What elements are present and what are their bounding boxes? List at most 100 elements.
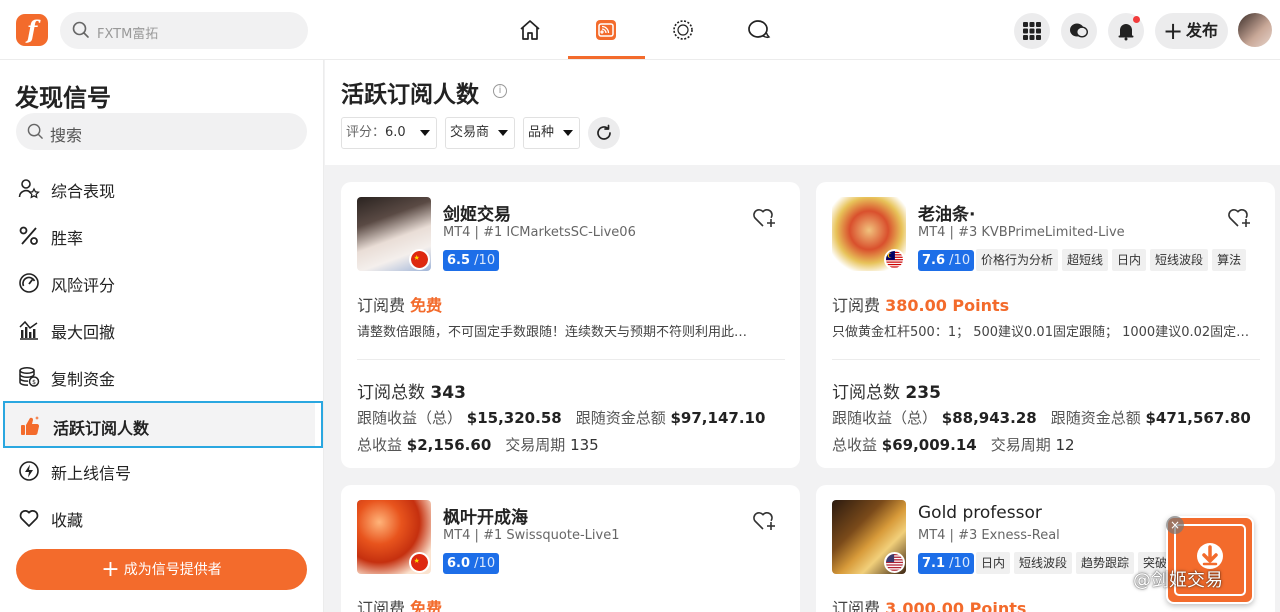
fee-value: 免费 <box>410 296 443 315</box>
strategy-tag: 日内 <box>976 552 1011 574</box>
sidebar-item-max-drawdown[interactable]: 最大回撤 <box>3 307 323 354</box>
strategy-tag: 趋势跟踪 <box>1076 552 1135 574</box>
favorite-add-icon[interactable] <box>752 206 778 230</box>
page-title: 活跃订阅人数 <box>341 82 479 108</box>
publish-button[interactable]: + 发布 <box>1155 13 1228 49</box>
user-avatar[interactable] <box>1238 13 1272 47</box>
symbol-filter-label: 品种 <box>528 125 555 140</box>
app-logo[interactable]: f <box>16 14 48 46</box>
symbol-filter-dropdown[interactable]: 品种 <box>523 117 580 149</box>
drawdown-chart-icon <box>19 320 38 340</box>
signal-name[interactable]: 枫叶开成海 <box>443 503 528 528</box>
explore-circle-icon[interactable] <box>671 18 695 42</box>
chevron-down-icon <box>420 130 430 136</box>
period-value: 135 <box>570 436 599 454</box>
sidebar-item-label: 综合表现 <box>51 182 116 201</box>
subscription-fee: 订阅费 免费 <box>357 292 442 316</box>
total-profit-label: 总收益 <box>832 436 878 454</box>
chevron-down-icon <box>498 130 508 136</box>
broker-filter-label: 交易商 <box>450 125 490 140</box>
become-provider-label: 成为信号提供者 <box>123 562 222 578</box>
sidebar-item-label: 风险评分 <box>51 276 116 295</box>
top-header: f FXTM富拓 + 发布 <box>0 0 1280 60</box>
chat-bubble-icon[interactable] <box>747 18 771 42</box>
signal-card[interactable]: 枫叶开成海 MT4 | #1 Swissquote-Live1 6.0 /10 … <box>341 485 800 612</box>
signal-feed-icon[interactable] <box>594 18 618 42</box>
chevron-down-icon <box>563 130 573 136</box>
refresh-icon <box>597 124 611 140</box>
subscriber-count: 订阅总数 343 <box>357 378 466 403</box>
sidebar-item-risk-score[interactable]: 风险评分 <box>3 260 323 307</box>
signal-card[interactable]: 老油条· MT4 | #3 KVBPrimeLimited-Live 7.6 /… <box>816 182 1275 468</box>
follow-funds-label: 跟随资金总额 <box>575 409 666 427</box>
signal-description: 请整数倍跟随，不可固定手数跟随！连续数天与预期不符则利用此… <box>357 325 748 340</box>
fee-value: 3,000.00 Points <box>885 599 1027 612</box>
score-max: /10 <box>474 253 496 268</box>
close-icon[interactable]: × <box>1166 516 1184 534</box>
strategy-tag: 短线波段 <box>1014 552 1073 574</box>
signal-description: 只做黄金杠杆500：1； 500建议0.01固定跟随； 1000建议0.02固定… <box>832 325 1250 340</box>
sidebar-search-placeholder: 搜索 <box>50 126 83 145</box>
signal-name[interactable]: 老油条· <box>918 200 975 225</box>
period-label: 交易周期 <box>990 436 1051 454</box>
user-star-icon <box>18 179 40 199</box>
sidebar-item-copy-funds[interactable]: $ 复制资金 <box>3 354 323 401</box>
score-value: 6.0 <box>447 556 471 571</box>
signal-name[interactable]: 剑姬交易 <box>443 200 511 225</box>
china-flag-icon <box>409 249 430 270</box>
sidebar-item-label: 新上线信号 <box>51 464 132 483</box>
favorite-add-icon[interactable] <box>752 509 778 533</box>
score-value: 7.6 <box>922 253 946 268</box>
sidebar-item-new-signals[interactable]: 新上线信号 <box>3 448 323 495</box>
sidebar-item-label: 复制资金 <box>51 370 116 389</box>
watermark-text: @剑姬交易 <box>1133 570 1223 591</box>
sidebar-item-label: 最大回撤 <box>51 323 116 342</box>
fee-value: 免费 <box>410 599 443 612</box>
follow-profit-label: 跟随收益（总） <box>357 409 463 427</box>
follow-profit-label: 跟随收益（总） <box>832 409 938 427</box>
sidebar-search-box[interactable]: 搜索 <box>16 113 307 150</box>
messages-button[interactable] <box>1061 13 1097 49</box>
search-icon <box>27 123 43 139</box>
header-search-box[interactable]: FXTM富拓 <box>60 12 308 49</box>
home-icon[interactable] <box>518 18 542 42</box>
refresh-button[interactable] <box>588 117 620 149</box>
broker-filter-dropdown[interactable]: 交易商 <box>445 117 515 149</box>
publish-label: 发布 <box>1186 21 1219 40</box>
sidebar-item-overall[interactable]: 综合表现 <box>3 166 323 213</box>
subs-value: 235 <box>905 383 941 403</box>
strategy-tag: 日内 <box>1112 249 1147 271</box>
score-badge: 7.6 /10 <box>918 250 975 271</box>
subscription-fee: 订阅费 3,000.00 Points <box>832 595 1026 612</box>
coins-stack-icon: $ <box>19 366 40 387</box>
signal-account: MT4 | #3 Exness-Real <box>918 528 1060 543</box>
malaysia-flag-icon <box>884 249 905 270</box>
fee-label: 订阅费 <box>832 296 881 315</box>
sidebar-item-favorites[interactable]: 收藏 <box>3 495 323 542</box>
info-icon[interactable]: i <box>493 84 507 98</box>
signal-name[interactable]: Gold professor <box>918 503 1042 523</box>
header-search-placeholder: FXTM富拓 <box>97 27 159 42</box>
sidebar-item-label: 活跃订阅人数 <box>53 419 150 438</box>
apps-grid-button[interactable] <box>1014 13 1050 49</box>
plus-icon: + <box>1163 17 1184 45</box>
follow-profit-value: $88,943.28 <box>941 409 1037 427</box>
score-filter-dropdown[interactable]: 评分：6.0 <box>341 117 437 149</box>
sidebar-item-active-subscribers[interactable]: 活跃订阅人数 <box>3 401 323 448</box>
subscription-fee: 订阅费 免费 <box>357 595 442 612</box>
score-max: /10 <box>949 556 971 571</box>
bell-icon <box>1118 24 1134 41</box>
usa-flag-icon <box>884 552 905 573</box>
total-profit-value: $69,009.14 <box>881 436 977 454</box>
favorite-add-icon[interactable] <box>1227 206 1253 230</box>
signal-card[interactable]: 剑姬交易 MT4 | #1 ICMarketsSC-Live06 6.5 /10… <box>341 182 800 468</box>
follow-funds-label: 跟随资金总额 <box>1050 409 1141 427</box>
strategy-tag: 价格行为分析 <box>976 249 1059 271</box>
notification-dot <box>1133 16 1140 23</box>
subscriber-count: 订阅总数 235 <box>832 378 941 403</box>
sidebar-item-win-rate[interactable]: 胜率 <box>3 213 323 260</box>
become-provider-button[interactable]: + 成为信号提供者 <box>16 549 307 590</box>
sidebar-item-label: 收藏 <box>51 511 84 530</box>
period-value: 12 <box>1055 436 1075 454</box>
fee-label: 订阅费 <box>832 599 881 612</box>
